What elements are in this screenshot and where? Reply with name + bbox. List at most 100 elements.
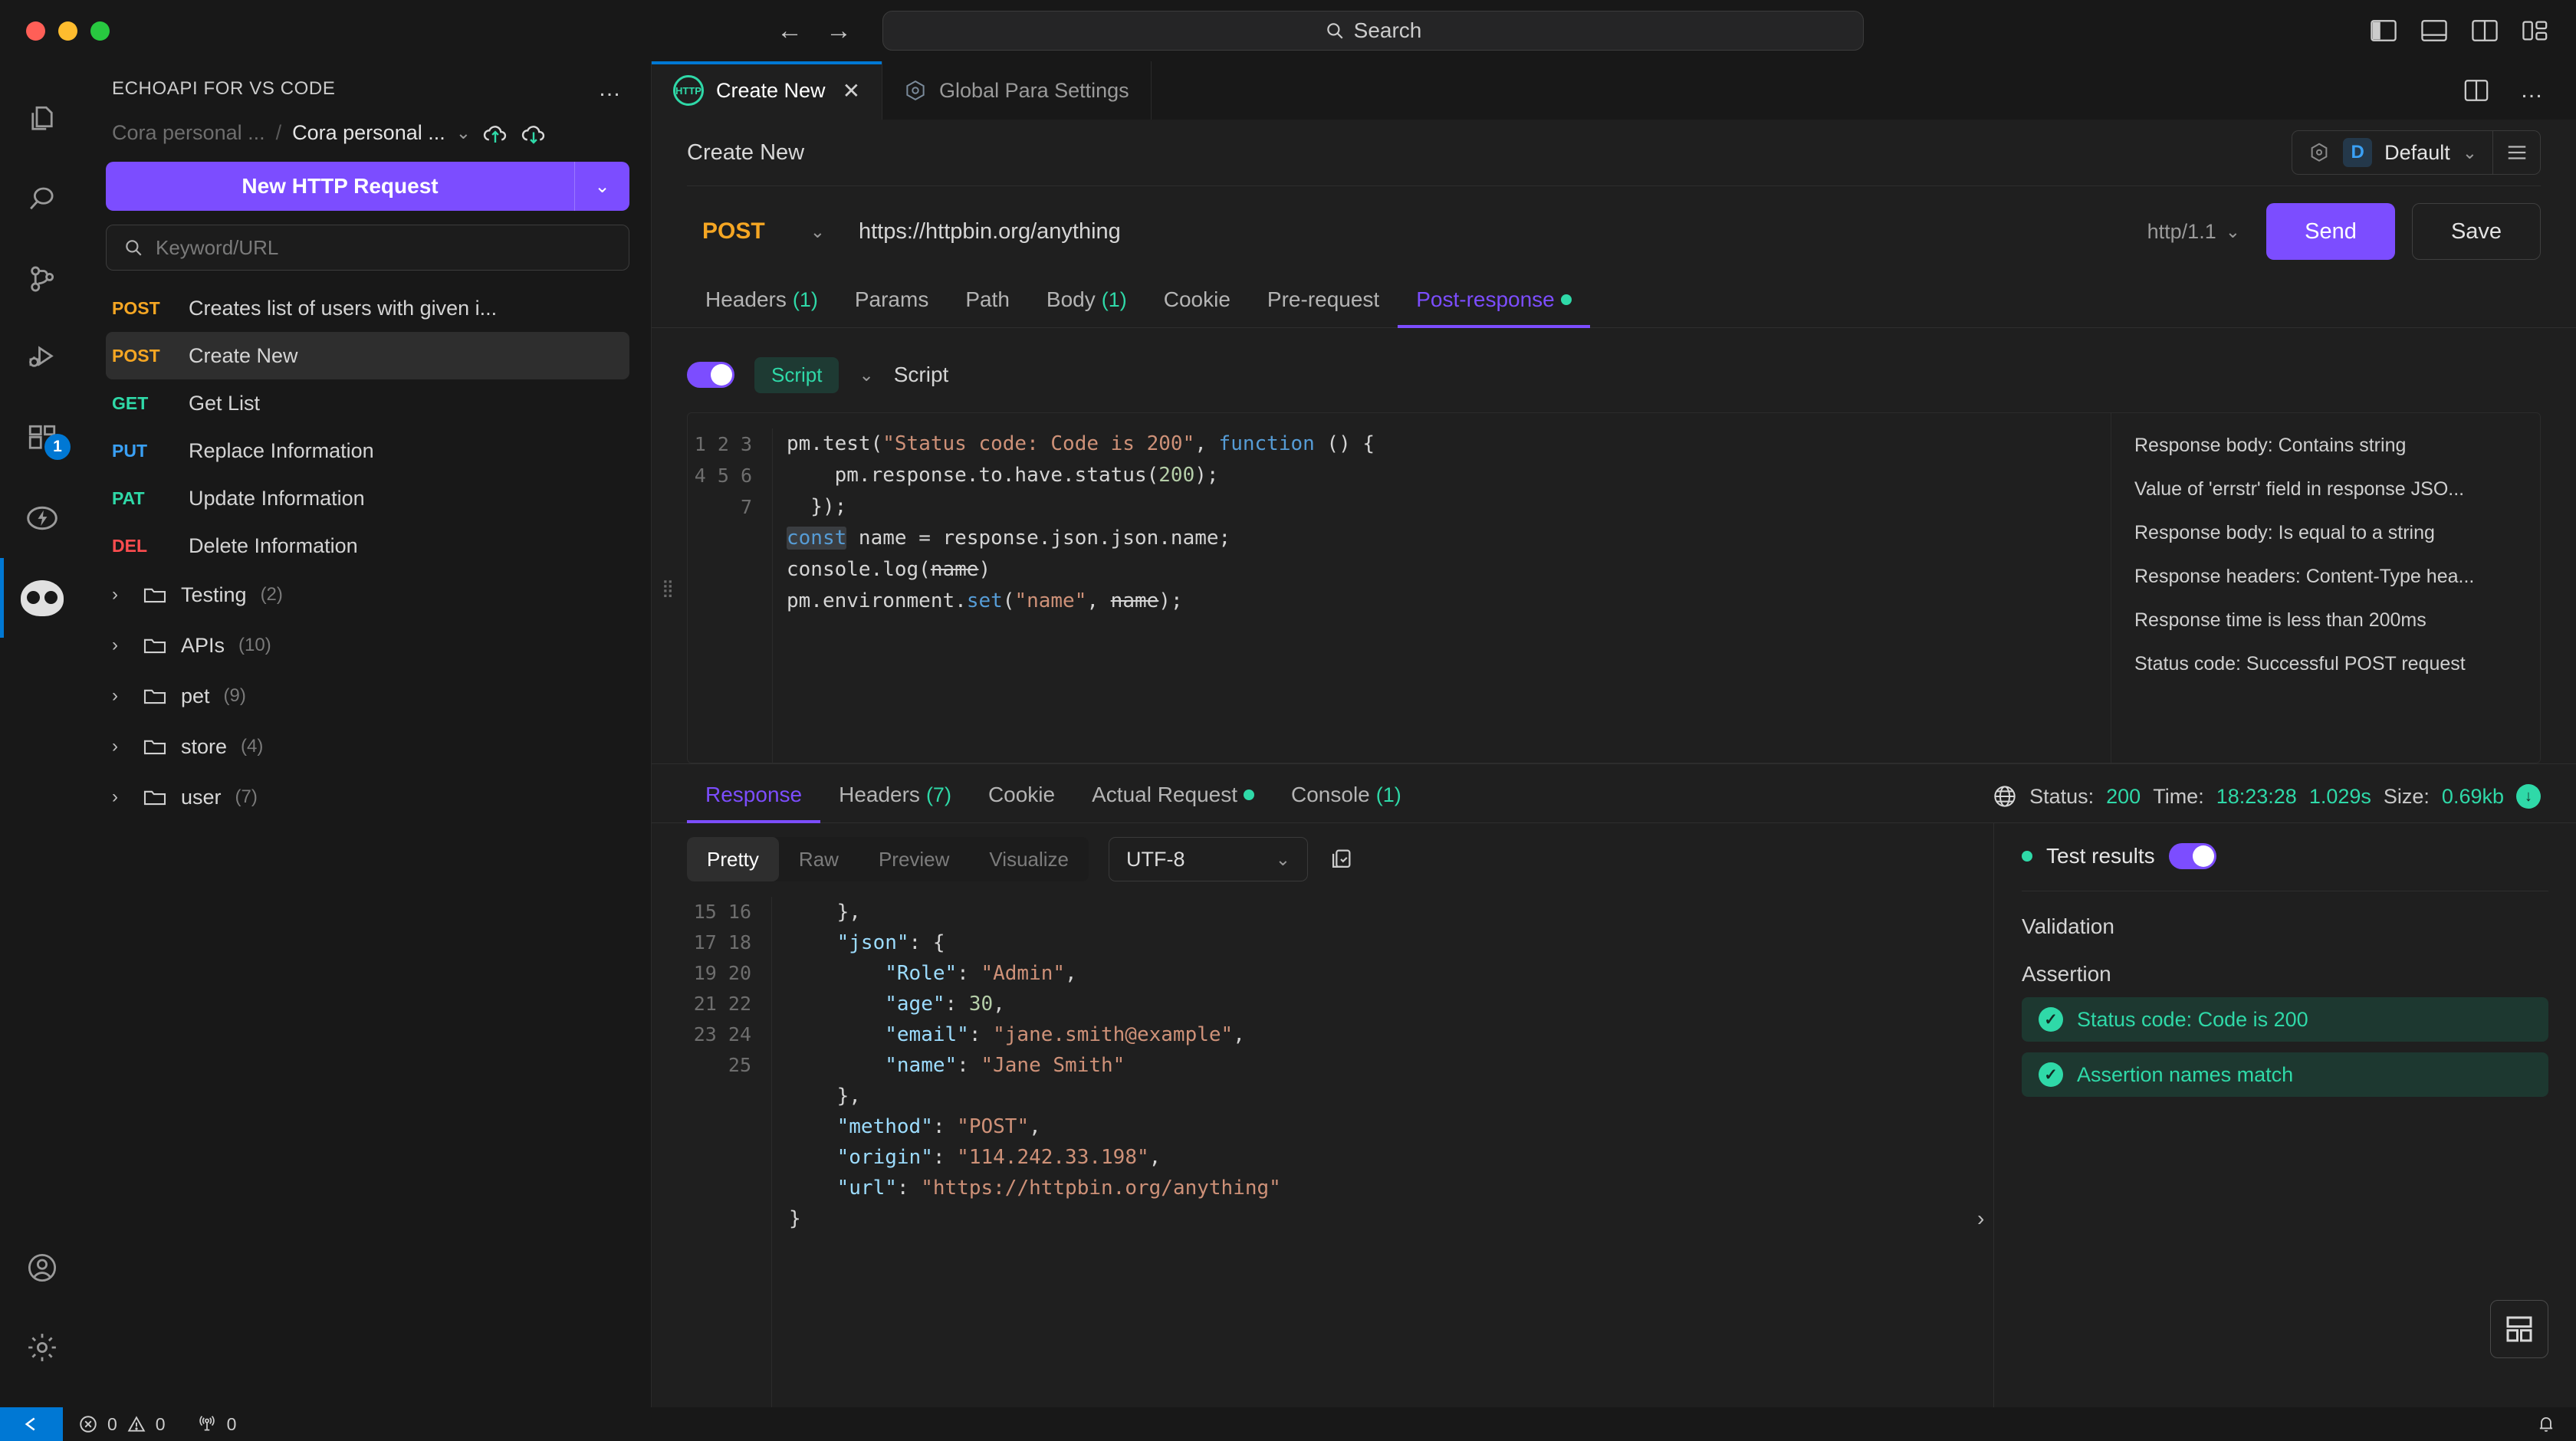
- navigation-arrows[interactable]: ← →: [777, 18, 852, 44]
- folder-item-store[interactable]: › store (4): [106, 721, 629, 772]
- drag-handle[interactable]: ⣿: [662, 579, 675, 596]
- script-code-area[interactable]: 1 2 3 4 5 6 7 pm.test("Status code: Code…: [688, 413, 2111, 763]
- response-json-content[interactable]: }, "json": { "Role": "Admin", "age": 30,…: [771, 897, 1993, 1407]
- format-segmented-control[interactable]: Pretty Raw Preview Visualize: [687, 837, 1089, 881]
- activity-item-source-control[interactable]: [0, 239, 84, 319]
- activity-item-extensions[interactable]: 1: [0, 399, 84, 478]
- http-version-selector[interactable]: http/1.1 ⌄: [2147, 220, 2240, 244]
- snippet-item[interactable]: Response headers: Content-Type hea...: [2111, 555, 2540, 599]
- format-visualize[interactable]: Visualize: [969, 837, 1089, 881]
- activity-item-explorer[interactable]: [0, 80, 84, 159]
- cloud-download-icon[interactable]: [520, 122, 547, 145]
- chevron-right-icon[interactable]: ›: [112, 685, 129, 707]
- format-pretty[interactable]: Pretty: [687, 837, 779, 881]
- chevron-right-icon[interactable]: ›: [112, 786, 129, 808]
- chevron-down-icon[interactable]: ⌄: [810, 222, 825, 242]
- close-window-button[interactable]: [26, 21, 45, 41]
- remote-window-button[interactable]: [0, 1407, 63, 1441]
- tab-path[interactable]: Path: [947, 277, 1028, 327]
- folder-item-pet[interactable]: › pet (9): [106, 671, 629, 721]
- list-item[interactable]: GET Get List: [106, 379, 629, 427]
- keyword-search-input[interactable]: Keyword/URL: [106, 225, 629, 271]
- notifications-button[interactable]: [2536, 1407, 2576, 1441]
- tab-headers[interactable]: Headers (1): [687, 277, 836, 327]
- chevron-down-icon[interactable]: ⌄: [574, 162, 629, 211]
- new-http-request-button[interactable]: New HTTP Request ⌄: [106, 162, 629, 211]
- workspace-breadcrumb[interactable]: Cora personal ... / Cora personal ... ⌄: [106, 117, 629, 159]
- list-item[interactable]: PAT Update Information: [106, 474, 629, 522]
- environment-current[interactable]: D Default ⌄: [2292, 138, 2492, 167]
- tab-actual-request[interactable]: Actual Request: [1073, 772, 1273, 822]
- activity-item-thunder[interactable]: [0, 478, 84, 558]
- chevron-right-icon[interactable]: ›: [112, 736, 129, 757]
- folder-item-apis[interactable]: › APIs (10): [106, 620, 629, 671]
- folder-item-testing[interactable]: › Testing (2): [106, 570, 629, 620]
- chevron-down-icon[interactable]: ⌄: [859, 365, 873, 386]
- method-selector[interactable]: POST ⌄: [687, 207, 840, 256]
- snippet-item[interactable]: Response body: Contains string: [2111, 424, 2540, 468]
- toggle-panel-icon[interactable]: [2421, 19, 2447, 42]
- snippet-item[interactable]: Value of 'errstr' field in response JSO.…: [2111, 468, 2540, 511]
- ellipsis-icon[interactable]: …: [2520, 79, 2545, 102]
- environment-menu-button[interactable]: [2492, 131, 2540, 174]
- chevron-down-icon[interactable]: ⌄: [2463, 143, 2477, 163]
- problems-status[interactable]: 0 0: [63, 1407, 181, 1441]
- forward-arrow-icon[interactable]: →: [826, 18, 852, 44]
- minimize-window-button[interactable]: [58, 21, 77, 41]
- tab-body[interactable]: Body (1): [1028, 277, 1145, 327]
- tab-post-response[interactable]: Post-response: [1398, 277, 1590, 328]
- script-type-chip[interactable]: Script: [754, 356, 840, 393]
- script-editor[interactable]: ⣿ 1 2 3 4 5 6 7 pm.test("Status code: Co…: [662, 412, 2541, 763]
- send-button[interactable]: Send: [2266, 203, 2395, 260]
- breadcrumb-project[interactable]: Cora personal ...: [292, 121, 445, 145]
- activity-item-search[interactable]: [0, 159, 84, 239]
- toggle-secondary-sidebar-icon[interactable]: [2472, 19, 2498, 42]
- back-arrow-icon[interactable]: ←: [777, 18, 803, 44]
- command-search-bar[interactable]: Search: [882, 11, 1864, 51]
- snippet-item[interactable]: Response body: Is equal to a string: [2111, 511, 2540, 555]
- window-controls[interactable]: [0, 21, 110, 41]
- format-preview[interactable]: Preview: [859, 837, 969, 881]
- customize-layout-icon[interactable]: [2522, 19, 2548, 42]
- chevron-down-icon[interactable]: ⌄: [456, 123, 471, 143]
- close-icon[interactable]: ✕: [843, 78, 860, 103]
- editor-actions[interactable]: …: [2463, 61, 2576, 120]
- tab-create-new[interactable]: HTTP Create New ✕: [652, 61, 883, 120]
- breadcrumb-workspace[interactable]: Cora personal ...: [112, 121, 265, 145]
- tab-global-para-settings[interactable]: Global Para Settings: [882, 61, 1152, 120]
- activity-item-echoapi[interactable]: [0, 558, 84, 638]
- chevron-down-icon[interactable]: ⌄: [2226, 222, 2240, 242]
- tab-response[interactable]: Response: [687, 772, 821, 823]
- copy-icon[interactable]: [1328, 846, 1354, 872]
- chevron-right-icon[interactable]: ›: [112, 584, 129, 606]
- download-icon[interactable]: ↓: [2516, 784, 2541, 809]
- maximize-window-button[interactable]: [90, 21, 110, 41]
- activity-item-accounts[interactable]: [0, 1228, 84, 1308]
- list-item[interactable]: POST Create New: [106, 332, 629, 379]
- tab-response-cookie[interactable]: Cookie: [970, 772, 1073, 822]
- list-item[interactable]: POST Creates list of users with given i.…: [106, 284, 629, 332]
- cloud-upload-icon[interactable]: [481, 122, 509, 145]
- chevron-right-icon[interactable]: ›: [112, 635, 129, 656]
- environment-selector[interactable]: D Default ⌄: [2292, 130, 2541, 175]
- ports-status[interactable]: 0: [181, 1407, 252, 1441]
- snippet-item[interactable]: Response time is less than 200ms: [2111, 599, 2540, 642]
- split-editor-icon[interactable]: [2463, 79, 2489, 102]
- tab-cookie[interactable]: Cookie: [1145, 277, 1249, 327]
- sidebar-more-icon[interactable]: …: [598, 77, 623, 100]
- activity-item-settings[interactable]: [0, 1308, 84, 1387]
- tab-pre-request[interactable]: Pre-request: [1249, 277, 1398, 327]
- toggle-primary-sidebar-icon[interactable]: [2371, 19, 2397, 42]
- list-item[interactable]: DEL Delete Information: [106, 522, 629, 570]
- list-item[interactable]: PUT Replace Information: [106, 427, 629, 474]
- encoding-selector[interactable]: UTF-8 ⌄: [1109, 837, 1309, 881]
- script-code[interactable]: pm.test("Status code: Code is 200", func…: [772, 428, 2111, 763]
- layout-toggles[interactable]: [2371, 19, 2548, 42]
- script-enable-toggle[interactable]: [687, 362, 734, 388]
- tab-console[interactable]: Console (1): [1273, 772, 1420, 822]
- chevron-down-icon[interactable]: ⌄: [1276, 849, 1290, 870]
- tab-response-headers[interactable]: Headers (7): [820, 772, 970, 822]
- format-raw[interactable]: Raw: [779, 837, 859, 881]
- layout-grid-button[interactable]: [2490, 1300, 2548, 1358]
- url-input[interactable]: https://httpbin.org/anything: [840, 219, 2147, 245]
